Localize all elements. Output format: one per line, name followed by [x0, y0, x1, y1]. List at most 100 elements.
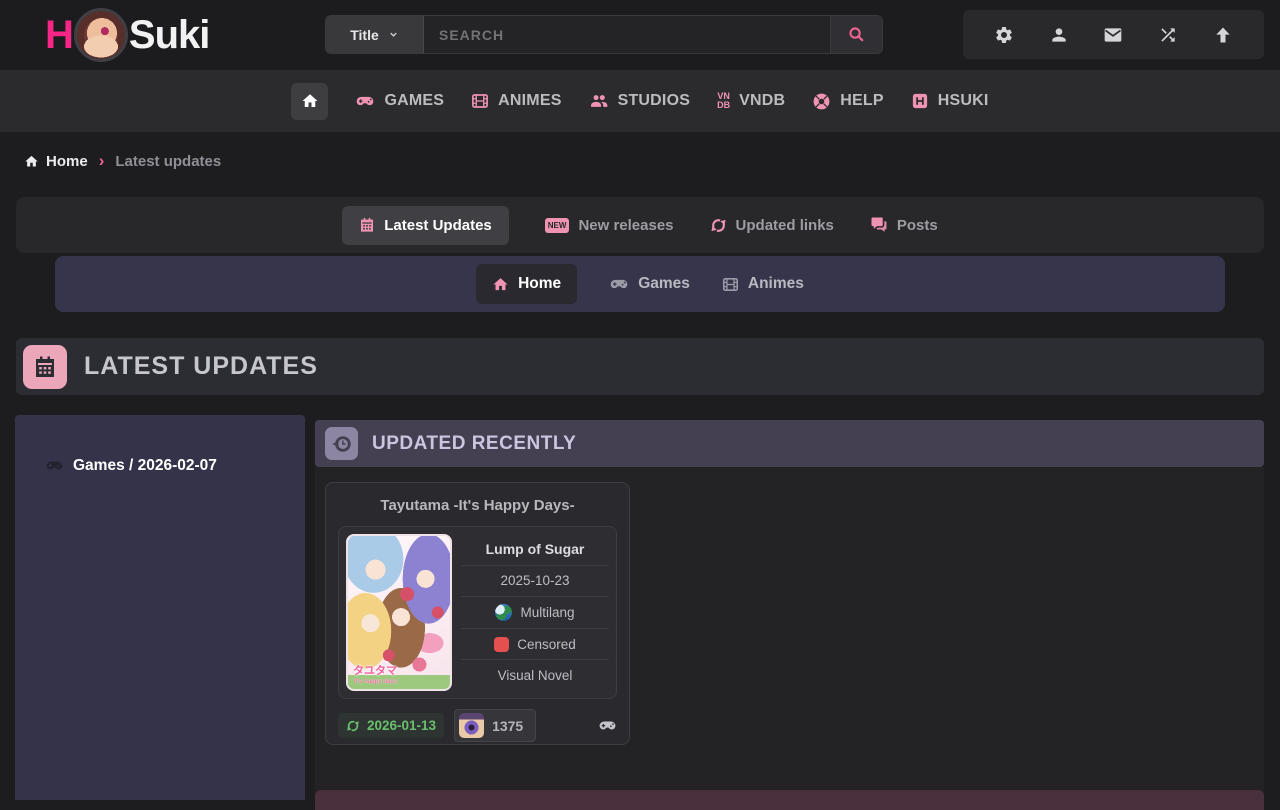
nav-item-games[interactable]: GAMES [355, 91, 444, 111]
tab-label: Latest Updates [384, 217, 492, 234]
game-info-box: タユタマ It's happy days Lump of Sugar 2025-… [338, 526, 617, 699]
tab-posts[interactable]: Posts [870, 216, 938, 234]
user-icon[interactable] [1049, 25, 1069, 45]
nav-item-vndb[interactable]: VN DB VNDB [717, 92, 785, 110]
gamepad-icon [355, 91, 375, 111]
studio-name[interactable]: Lump of Sugar [461, 534, 609, 565]
gamepad-icon [45, 456, 64, 475]
count-value: 1375 [492, 718, 523, 734]
main-navigation: GAMES ANIMES STUDIOS VN DB VNDB HELP HSU… [0, 70, 1280, 132]
history-icon-box [325, 427, 358, 460]
tab-label: New releases [578, 217, 673, 234]
search-button[interactable] [830, 16, 882, 53]
subtab-label: Games [638, 275, 690, 293]
home-icon [24, 154, 39, 169]
home-icon [492, 276, 509, 293]
date-groups-sidebar: Games / 2026-02-07 [15, 415, 305, 800]
game-card: Tayutama -It's Happy Days- タユタマ It's hap… [325, 482, 630, 745]
nav-item-studios[interactable]: STUDIOS [589, 91, 691, 111]
censored-icon [494, 637, 509, 652]
subtab-home[interactable]: Home [476, 264, 577, 304]
tab-label: Posts [897, 217, 938, 234]
page-title: LATEST UPDATES [84, 352, 318, 381]
logo-avatar [74, 8, 128, 62]
cover-logo-subtext: It's happy days [354, 679, 397, 685]
new-badge-icon: NEW [545, 218, 570, 233]
language-label: Multilang [520, 605, 574, 620]
search-icon [848, 26, 865, 43]
gamepad-icon [598, 716, 617, 735]
subtab-label: Home [518, 275, 561, 293]
nav-label: ANIMES [498, 92, 561, 110]
nav-label: HELP [840, 92, 883, 110]
life-ring-icon [812, 92, 831, 111]
nav-label: GAMES [384, 92, 444, 110]
nav-label: HSUKI [938, 92, 989, 110]
comments-icon [870, 216, 888, 234]
game-card-footer: 2026-01-13 1375 [326, 699, 629, 742]
gamepad-icon [609, 274, 629, 294]
arrow-up-icon[interactable] [1213, 25, 1233, 45]
chevron-right-icon: › [99, 151, 105, 171]
nav-label: VNDB [739, 92, 785, 110]
nav-item-help[interactable]: HELP [812, 92, 883, 111]
uploader-avatar [459, 713, 484, 738]
breadcrumb-home[interactable]: Home [24, 153, 88, 170]
sync-icon [710, 217, 727, 234]
subtab-animes[interactable]: Animes [722, 275, 804, 293]
game-meta-column: Lump of Sugar 2025-10-23 Multilang Censo… [461, 534, 609, 691]
logo-text-suki: Suki [129, 13, 209, 58]
tab-updated-links[interactable]: Updated links [710, 217, 834, 234]
calendar-icon [359, 217, 375, 233]
panel-title: UPDATED RECENTLY [372, 433, 576, 455]
calendar-icon-box [23, 345, 67, 389]
users-icon [589, 91, 609, 111]
search-input[interactable] [424, 16, 830, 53]
nav-item-hsuki[interactable]: HSUKI [911, 92, 989, 110]
censorship-row: Censored [461, 628, 609, 660]
updated-date: 2026-01-13 [367, 718, 436, 733]
tab-label: Updated links [736, 217, 834, 234]
breadcrumb: Home › Latest updates [24, 151, 221, 171]
tab-new-releases[interactable]: NEW New releases [545, 217, 674, 234]
gear-icon[interactable] [994, 25, 1014, 45]
updated-recently-header: UPDATED RECENTLY [315, 420, 1264, 467]
game-cover-image[interactable]: タユタマ It's happy days [346, 534, 452, 691]
section-header: LATEST UPDATES [16, 338, 1264, 395]
site-logo[interactable]: H Suki [45, 7, 209, 63]
search-filter-select[interactable]: Title [326, 16, 424, 53]
shuffle-icon[interactable] [1158, 25, 1178, 45]
category-label: Visual Novel [461, 659, 609, 691]
sync-icon [346, 719, 360, 733]
globe-icon [495, 604, 512, 621]
film-icon [471, 92, 489, 110]
nav-item-animes[interactable]: ANIMES [471, 92, 561, 110]
sidebar-group-games-date[interactable]: Games / 2026-02-07 [15, 415, 305, 475]
censorship-label: Censored [517, 637, 576, 652]
film-icon [722, 276, 739, 293]
quick-actions-tray [963, 10, 1264, 59]
search-filter-value: Title [350, 27, 379, 43]
subtab-label: Animes [748, 275, 804, 293]
home-icon [301, 92, 319, 110]
category-subtabs: Home Games Animes [55, 256, 1225, 312]
cover-logo-text: タユタマ [353, 665, 397, 677]
nav-label: STUDIOS [618, 92, 691, 110]
subtab-games[interactable]: Games [609, 274, 690, 294]
uploader-count-pill[interactable]: 1375 [454, 709, 536, 742]
vndb-icon: VN DB [717, 92, 730, 109]
calendar-icon [33, 355, 57, 379]
tab-latest-updates[interactable]: Latest Updates [342, 206, 509, 245]
top-bar: H Suki Title [0, 0, 1280, 70]
logo-text-h: H [45, 13, 73, 58]
updated-date-badge[interactable]: 2026-01-13 [338, 713, 444, 738]
updates-tabs: Latest Updates NEW New releases Updated … [16, 197, 1264, 253]
nav-home-button[interactable] [291, 83, 328, 120]
game-title[interactable]: Tayutama -It's Happy Days- [326, 483, 629, 526]
history-icon [331, 433, 353, 455]
search-bar: Title [325, 15, 883, 54]
next-section-header-edge [315, 790, 1264, 810]
updated-recently-list: Tayutama -It's Happy Days- タユタマ It's hap… [315, 467, 1264, 800]
chevron-down-icon [388, 29, 399, 40]
mail-icon[interactable] [1103, 25, 1123, 45]
